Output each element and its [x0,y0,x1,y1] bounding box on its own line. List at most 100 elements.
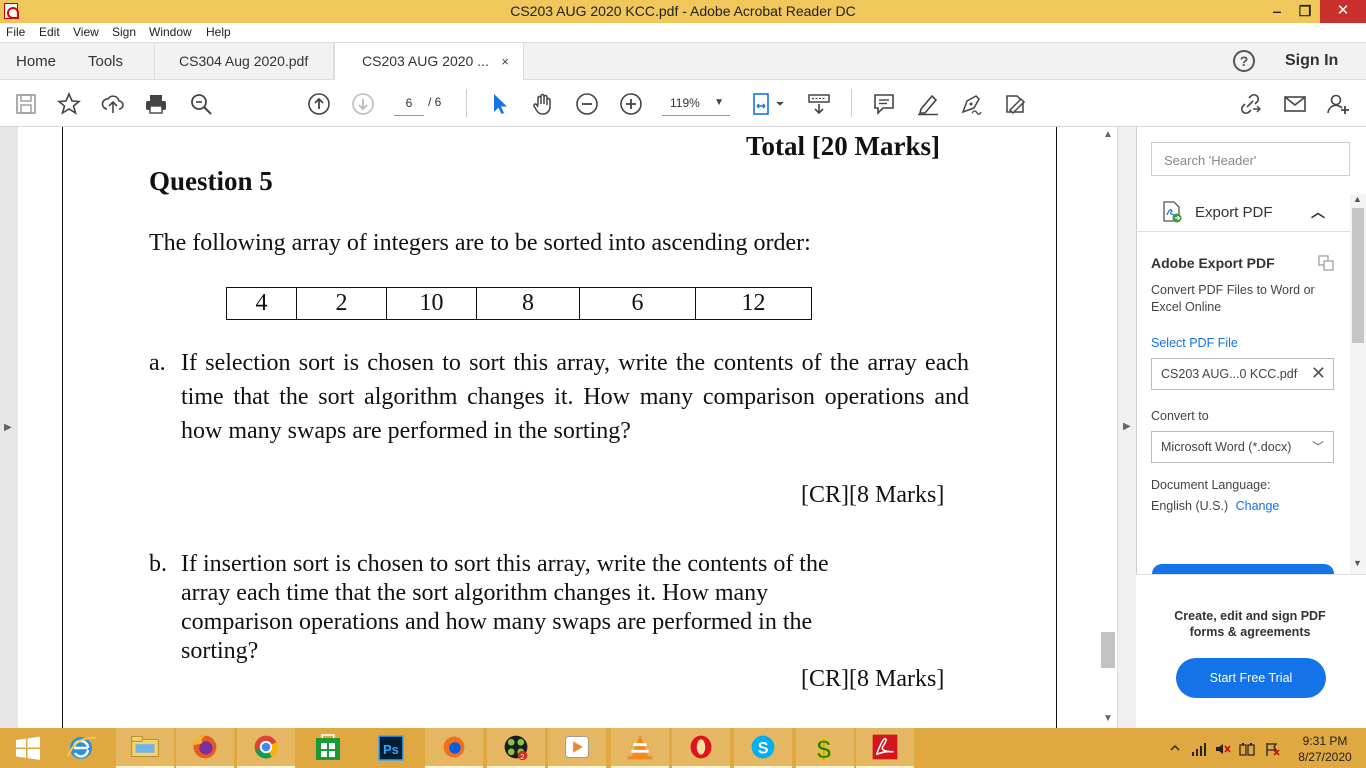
panel-scrollbar[interactable]: ▲ ▼ [1350,194,1366,574]
select-pdf-file-link[interactable]: Select PDF File [1151,336,1238,350]
next-page-icon[interactable] [351,92,375,116]
save-icon[interactable] [14,92,38,116]
zoom-in-icon[interactable] [619,92,643,116]
part-b: b. If insertion sort is chosen to sort t… [149,550,869,666]
change-language-link[interactable]: Change [1236,499,1280,513]
convert-to-select[interactable]: Microsoft Word (*.docx) ﹀ [1151,431,1334,463]
hand-icon[interactable] [531,92,555,116]
help-icon[interactable]: ? [1233,50,1255,72]
chevron-up-icon[interactable]: ︿ [1311,202,1325,222]
chevron-down-icon: ▼ [714,97,724,108]
array-table: 4 2 10 8 6 12 [226,287,812,320]
fit-icon[interactable] [752,92,786,116]
page-number-input[interactable]: 6 [394,92,424,116]
clock-date: 8/27/2020 [1298,750,1352,764]
scroll-mode-icon[interactable] [807,92,831,116]
scroll-up-icon[interactable]: ▲ [1353,194,1362,204]
upload-icon[interactable] [101,92,125,116]
find-icon[interactable] [189,92,213,116]
vlc-icon[interactable] [611,728,669,768]
chrome-icon[interactable] [237,728,295,768]
system-clock[interactable]: 9:31 PM 8/27/2020 [1290,733,1360,765]
array-cell: 6 [579,287,696,320]
document-language: English (U.S.) Change [1151,499,1279,513]
part-a-label: a. [149,350,166,376]
menu-window[interactable]: Window [149,25,192,39]
volume-muted-icon[interactable] [1215,742,1231,756]
chevron-right-icon[interactable]: ▶ [1123,421,1131,432]
tab-tools[interactable]: Tools [88,43,123,80]
photoshop-icon[interactable]: Ps [362,728,420,768]
comment-icon[interactable] [872,92,896,116]
part-a-marks: [CR][8 Marks] [801,482,945,508]
start-free-trial-button[interactable]: Start Free Trial [1176,658,1326,698]
copy-icon[interactable] [1318,255,1334,271]
minimize-button[interactable]: ‒ [1262,0,1292,23]
export-description: Convert PDF Files to Word or Excel Onlin… [1151,283,1315,314]
scroll-up-icon[interactable]: ▲ [1103,129,1113,140]
acrobat-taskbar-icon[interactable] [856,728,914,768]
show-hidden-icons-icon[interactable] [1169,742,1181,754]
scrollbar-thumb[interactable] [1101,632,1115,668]
network-icon[interactable] [1191,742,1207,756]
fill-sign-icon[interactable] [1003,92,1027,116]
select-icon[interactable] [488,92,512,116]
tab-document-cs203[interactable]: CS203 AUG 2020 ... × [334,43,524,81]
scroll-down-icon[interactable]: ▼ [1353,558,1362,568]
opera-icon[interactable] [672,728,730,768]
media-player-icon[interactable] [548,728,606,768]
firefox-dev-icon[interactable] [425,728,483,768]
export-pdf-label[interactable]: Export PDF [1195,204,1273,221]
promo-section [1136,574,1366,728]
internet-explorer-icon[interactable] [52,728,110,768]
clock-time: 9:31 PM [1302,734,1348,748]
selected-file-field[interactable]: CS203 AUG...0 KCC.pdf ✕ [1151,358,1334,390]
action-center-flag-icon[interactable] [1264,742,1280,756]
left-panel-toggle-icon[interactable]: ▶ [4,422,12,433]
menu-bar: File Edit View Sign Window Help [0,23,1366,43]
part-a-text: If selection sort is chosen to sort this… [181,350,969,444]
money-app-icon[interactable]: $ [796,728,854,768]
file-explorer-icon[interactable] [116,728,174,768]
selected-file-name: CS203 AUG...0 KCC.pdf [1161,367,1298,381]
sign-icon[interactable] [959,92,983,116]
tab-document-cs304[interactable]: CS304 Aug 2020.pdf [154,43,334,80]
skype-icon[interactable]: S [734,728,792,768]
menu-help[interactable]: Help [206,25,231,39]
ccleaner-icon[interactable]: 2 [487,728,545,768]
toolbar-divider [466,89,467,117]
star-icon[interactable] [57,92,81,116]
link-icon[interactable] [1238,92,1262,116]
close-button[interactable]: ✕ [1320,0,1366,23]
store-icon[interactable] [299,728,357,768]
document-scrollbar[interactable]: ▲ ▼ [1100,127,1117,728]
menu-file[interactable]: File [6,25,25,39]
prev-page-icon[interactable] [307,92,331,116]
convert-button[interactable] [1152,564,1334,574]
restore-button[interactable]: ❐ [1290,0,1320,23]
search-input[interactable]: Search 'Header' [1151,142,1350,176]
chevron-down-icon: ﹀ [1311,440,1324,454]
toolbar-divider [851,89,852,117]
promo-text: Create, edit and sign PDF forms & agreem… [1174,609,1326,639]
menu-view[interactable]: View [73,25,99,39]
tab-home[interactable]: Home [16,43,56,80]
svg-text:S: S [758,740,769,758]
zoom-out-icon[interactable] [575,92,599,116]
mail-icon[interactable] [1283,92,1307,116]
firefox-icon[interactable] [176,728,234,768]
zoom-select[interactable]: 119% ▼ [662,92,730,116]
scrollbar-thumb[interactable] [1352,208,1364,343]
scroll-down-icon[interactable]: ▼ [1103,713,1113,724]
menu-sign[interactable]: Sign [112,25,136,39]
menu-edit[interactable]: Edit [39,25,60,39]
remove-file-icon[interactable]: ✕ [1311,363,1326,384]
close-tab-icon[interactable]: × [501,43,509,80]
sign-in-button[interactable]: Sign In [1285,52,1338,70]
print-icon[interactable] [144,92,168,116]
highlight-icon[interactable] [916,92,940,116]
right-panel-collapse[interactable]: ▶ [1117,127,1136,728]
start-icon[interactable] [0,728,58,768]
battery-icon[interactable] [1239,742,1255,756]
add-user-icon[interactable] [1326,92,1350,116]
